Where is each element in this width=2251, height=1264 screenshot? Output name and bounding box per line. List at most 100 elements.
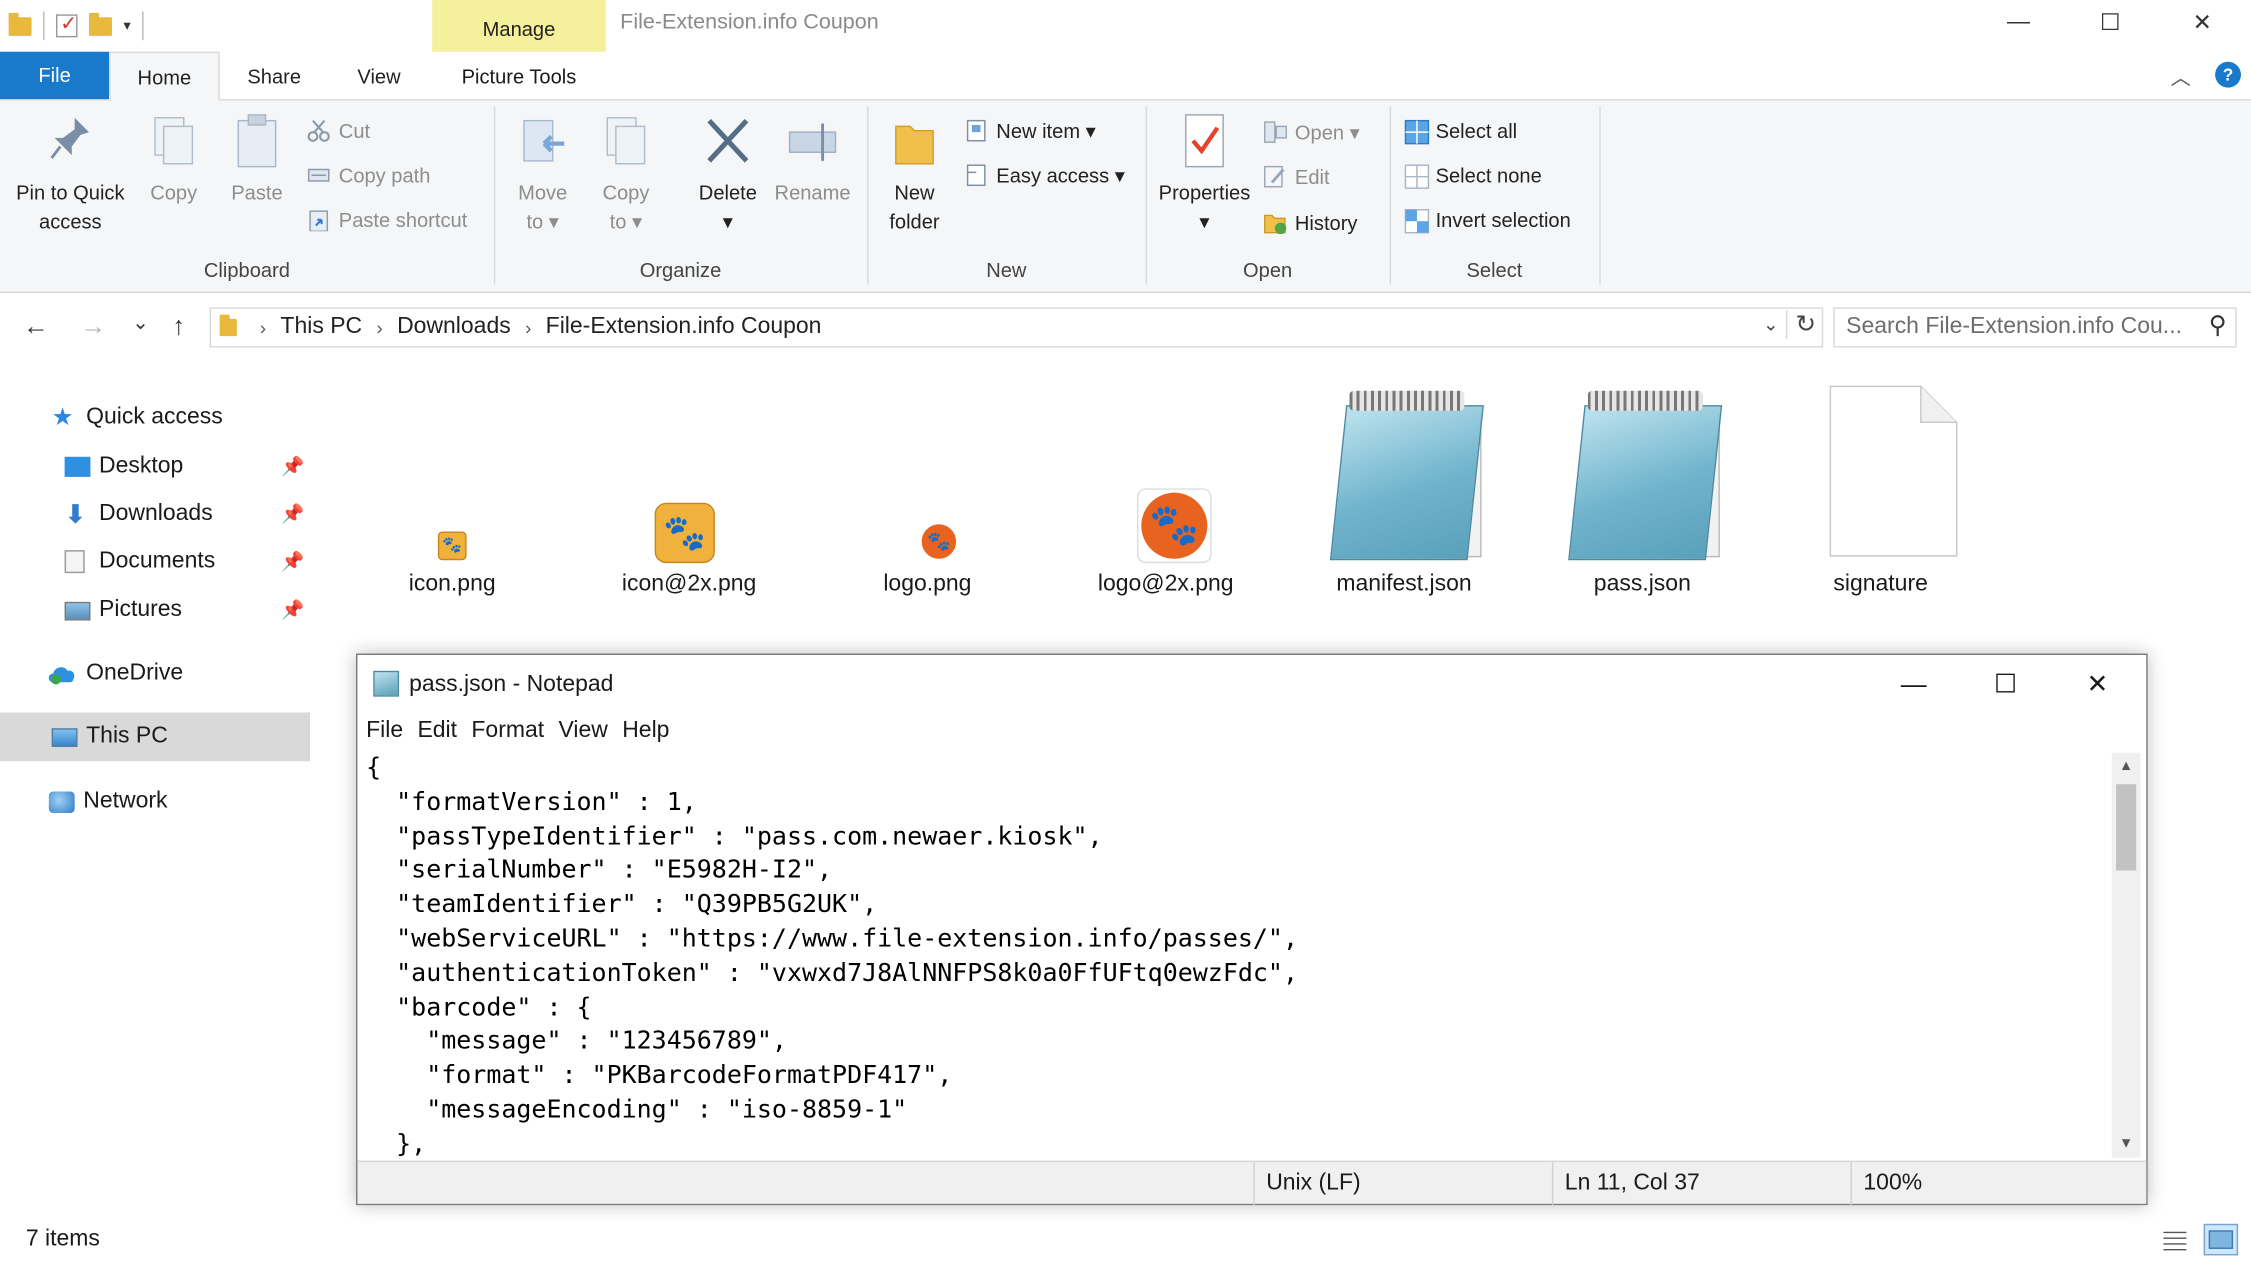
select-none-button[interactable]: Select none [1404,159,1542,191]
tab-view[interactable]: View [336,52,422,101]
notepad-close-button[interactable]: ✕ [2051,661,2143,707]
file-item[interactable]: signature [1780,376,1981,597]
scroll-down-arrow[interactable]: ▼ [2119,1136,2133,1152]
sidebar-item-pictures[interactable]: Pictures 📌 [0,586,310,635]
file-item[interactable]: 🐾 icon@2x.png [589,376,790,597]
sidebar-item-quick-access[interactable]: ★ Quick access [0,394,310,443]
scrollbar-thumb[interactable] [2116,784,2137,871]
file-name: logo@2x.png [1097,571,1234,597]
tab-picture-tools[interactable]: Picture Tools [432,52,606,101]
copy-path-button[interactable]: Copy path [307,159,430,191]
notepad-minimize-button[interactable]: — [1868,661,1960,707]
invert-selection-button[interactable]: Invert selection [1404,204,1571,236]
paste-shortcut-button[interactable]: Paste shortcut [307,204,467,236]
address-bar[interactable]: › This PC › Downloads › File-Extension.i… [209,307,1824,348]
notepad-status-bar: Unix (LF) Ln 11, Col 37 100% [357,1160,2147,1206]
copy-to-button[interactable]: Copy to ▾ [589,112,664,236]
new-item-button[interactable]: New item ▾ [965,115,1096,147]
breadcrumb-separator[interactable]: › [376,317,382,339]
properties-button[interactable]: Properties ▾ [1154,112,1254,236]
tab-share[interactable]: Share [230,52,319,101]
pin-icon: 📌 [281,598,305,621]
new-folder-icon[interactable] [89,12,112,36]
sidebar-item-label: Downloads [99,501,213,526]
pin-to-quick-access-button[interactable]: Pin to Quick access [6,112,135,236]
breadcrumb-current-folder[interactable]: File-Extension.info Coupon [546,315,822,341]
back-button[interactable]: ← [23,312,49,342]
tab-file[interactable]: File [0,51,110,100]
cut-label: Cut [338,119,371,143]
delete-dropdown[interactable]: ▾ [723,210,733,233]
sidebar-item-onedrive[interactable]: OneDrive [0,649,310,698]
scroll-up-arrow[interactable]: ▲ [2119,758,2133,774]
menu-help[interactable]: Help [622,718,669,750]
history-label: History [1294,211,1358,235]
menu-file[interactable]: File [366,718,403,750]
file-item[interactable]: 🐾 icon.png [352,376,553,597]
minimize-button[interactable]: — [1973,0,2065,46]
copy-label: Copy [150,180,198,204]
refresh-icon[interactable]: ↻ [1785,310,1816,339]
search-icon[interactable]: ⚲ [2209,312,2227,341]
sidebar-item-label: This PC [86,723,168,749]
select-all-button[interactable]: Select all [1404,115,1517,147]
new-folder-button[interactable]: New folder [876,112,954,236]
select-none-label: Select none [1435,163,1542,187]
paste-label: Paste [231,180,283,204]
file-item[interactable]: manifest.json [1304,376,1505,597]
delete-button[interactable]: Delete ▾ [689,112,767,236]
collapse-ribbon-icon[interactable]: ︿ [2171,63,2191,92]
sidebar-item-this-pc[interactable]: This PC [0,712,311,762]
ribbon-tabs: File Home Share View Picture Tools ︿ ? [0,51,2251,102]
edit-button[interactable]: Edit [1263,161,1330,193]
details-view-icon[interactable] [2158,1224,2192,1256]
properties-dropdown[interactable]: ▾ [1199,210,1209,233]
file-item[interactable]: pass.json [1542,376,1743,597]
easy-access-button[interactable]: Easy access ▾ [965,159,1125,191]
search-input[interactable]: Search File-Extension.info Cou... ⚲ [1833,307,2237,348]
recent-locations-dropdown[interactable]: ⌄ [132,310,149,334]
rename-button[interactable]: Rename [769,112,855,207]
qat-separator [43,11,45,41]
sidebar-item-network[interactable]: Network [0,777,310,826]
folder-icon [219,314,237,337]
paste-shortcut-label: Paste shortcut [338,208,468,232]
breadcrumb-separator[interactable]: › [525,317,531,339]
menu-format[interactable]: Format [471,718,544,750]
onedrive-cloud-icon [46,662,78,685]
open-button[interactable]: Open ▾ [1263,116,1360,148]
notepad-maximize-button[interactable]: ☐ [1960,661,2052,707]
file-item[interactable]: 🐾 logo.png [827,376,1028,597]
vertical-scrollbar[interactable]: ▲ ▼ [2111,752,2141,1158]
help-icon[interactable]: ? [2215,61,2241,88]
customize-qat-dropdown[interactable]: ▾ [123,18,130,34]
paste-button[interactable]: Paste [221,112,293,207]
file-item[interactable]: 🐾 logo@2x.png [1065,376,1266,597]
close-button[interactable]: ✕ [2156,0,2248,46]
history-button[interactable]: History [1263,207,1357,239]
properties-icon[interactable] [55,11,78,38]
large-icons-view-icon[interactable] [2203,1223,2239,1256]
notepad-text-area[interactable]: { "formatVersion" : 1, "passTypeIdentifi… [366,753,2109,1158]
address-history-dropdown[interactable]: ⌄ [1763,313,1779,336]
up-button[interactable]: ↑ [172,312,185,342]
cut-button[interactable]: Cut [307,115,370,147]
menu-edit[interactable]: Edit [417,718,457,750]
sidebar-item-downloads[interactable]: ⬇ Downloads 📌 [0,490,310,539]
menu-view[interactable]: View [558,718,607,750]
tab-home[interactable]: Home [109,51,220,102]
sidebar-item-documents[interactable]: Documents 📌 [0,537,310,586]
easy-access-label: Easy access ▾ [996,163,1125,187]
breadcrumb-this-pc[interactable]: This PC [280,315,362,341]
manage-context-header: Manage [432,0,606,52]
move-to-button[interactable]: Move to ▾ [505,112,580,236]
maximize-button[interactable]: ☐ [2064,0,2156,46]
forward-button[interactable]: → [80,312,106,342]
breadcrumb-separator[interactable]: › [260,317,266,339]
sidebar-item-desktop[interactable]: Desktop 📌 [0,442,310,491]
breadcrumb-downloads[interactable]: Downloads [397,315,511,341]
copy-button[interactable]: Copy [138,112,210,207]
notepad-file-icon [1318,376,1490,563]
blank-file-icon [1795,376,1967,563]
notepad-icon [373,670,400,697]
